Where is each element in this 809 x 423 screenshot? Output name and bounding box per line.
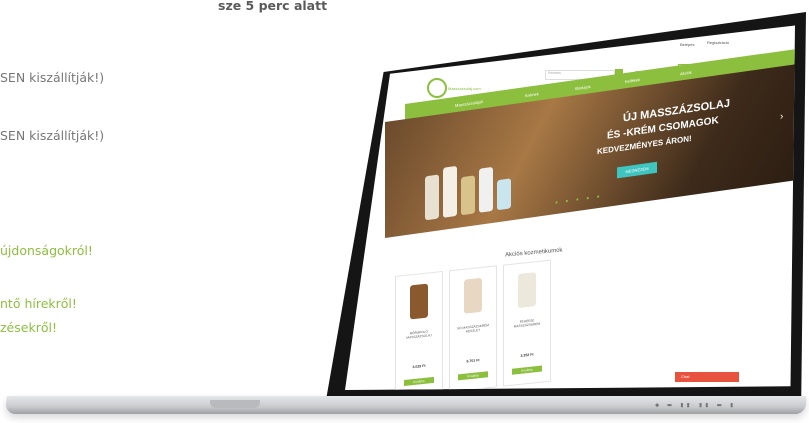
register-link[interactable]: Regisztráció bbox=[707, 40, 729, 45]
product-list: BŐRÁPOLÓ MASSZÁZSOLAJ 3.029 Ft Kosárba S… bbox=[395, 255, 595, 390]
laptop-screen: Kezdőlap Rólunk Akciók Szállítás Kapcsol… bbox=[345, 25, 795, 390]
nav-item[interactable]: Illóolajok bbox=[575, 84, 591, 91]
product-name: FEHÉRJE MASSZÁZSKRÉM bbox=[513, 318, 541, 329]
laptop-mockup: Kezdőlap Rólunk Akciók Szállítás Kapcsol… bbox=[0, 0, 809, 423]
logo-text: Masszázsolaj.com bbox=[448, 86, 481, 91]
chat-button[interactable]: Chat bbox=[675, 372, 739, 382]
top-links[interactable]: Kezdőlap Rólunk Akciók Szállítás Kapcsol… bbox=[405, 43, 483, 48]
product-bottle bbox=[425, 174, 439, 221]
nav-item[interactable]: Krémek bbox=[525, 91, 539, 98]
logo[interactable] bbox=[427, 78, 447, 98]
nav-item[interactable]: Kellékek bbox=[625, 77, 640, 84]
product-price: 5.701 Ft bbox=[466, 358, 480, 364]
product-bottle bbox=[479, 166, 493, 213]
nav-item[interactable]: Akciók bbox=[680, 70, 692, 77]
add-to-cart-button[interactable]: Kosárba bbox=[404, 376, 434, 387]
add-to-cart-button[interactable]: Kosárba bbox=[512, 365, 542, 375]
laptop-notch bbox=[210, 400, 260, 408]
hero-cta-button[interactable]: MEGNÉZEM bbox=[617, 161, 657, 179]
laptop-ports: ◆ ▬ ▮▮ ▮▮ ▬ ▮ bbox=[655, 401, 736, 409]
website-preview: Kezdőlap Rólunk Akciók Szállítás Kapcsol… bbox=[345, 25, 795, 390]
chevron-right-icon[interactable]: › bbox=[780, 111, 783, 122]
product-name: BŐRÁPOLÓ MASSZÁZSOLAJ bbox=[406, 329, 432, 340]
slider-dots[interactable]: ● ● ● ● ● bbox=[555, 193, 603, 206]
login-link[interactable]: Belépés bbox=[680, 42, 694, 47]
product-price: 3.029 Ft bbox=[412, 363, 426, 370]
product-bottle bbox=[443, 165, 457, 218]
product-bottle bbox=[497, 178, 511, 211]
product-image bbox=[464, 277, 482, 314]
section-title: Akciós kozmetikumok bbox=[504, 247, 563, 259]
nav-item[interactable]: Masszázsolajok bbox=[455, 99, 483, 108]
add-to-cart-button[interactable]: Kosárba bbox=[458, 371, 488, 381]
product-card[interactable]: BŐRÁPOLÓ MASSZÁZSOLAJ 3.029 Ft Kosárba bbox=[395, 270, 443, 390]
product-bottle bbox=[461, 175, 475, 216]
product-card[interactable]: FEHÉRJE MASSZÁZSKRÉM 3.252 Ft Kosárba bbox=[503, 259, 551, 387]
product-card[interactable]: SÓ MASSZÁZSKRÉM KÉSZLET 5.701 Ft Kosárba bbox=[449, 265, 497, 390]
product-image bbox=[518, 272, 536, 309]
product-name: SÓ MASSZÁZSKRÉM KÉSZLET bbox=[457, 323, 489, 334]
product-price: 3.252 Ft bbox=[520, 352, 534, 358]
product-image bbox=[410, 283, 428, 320]
